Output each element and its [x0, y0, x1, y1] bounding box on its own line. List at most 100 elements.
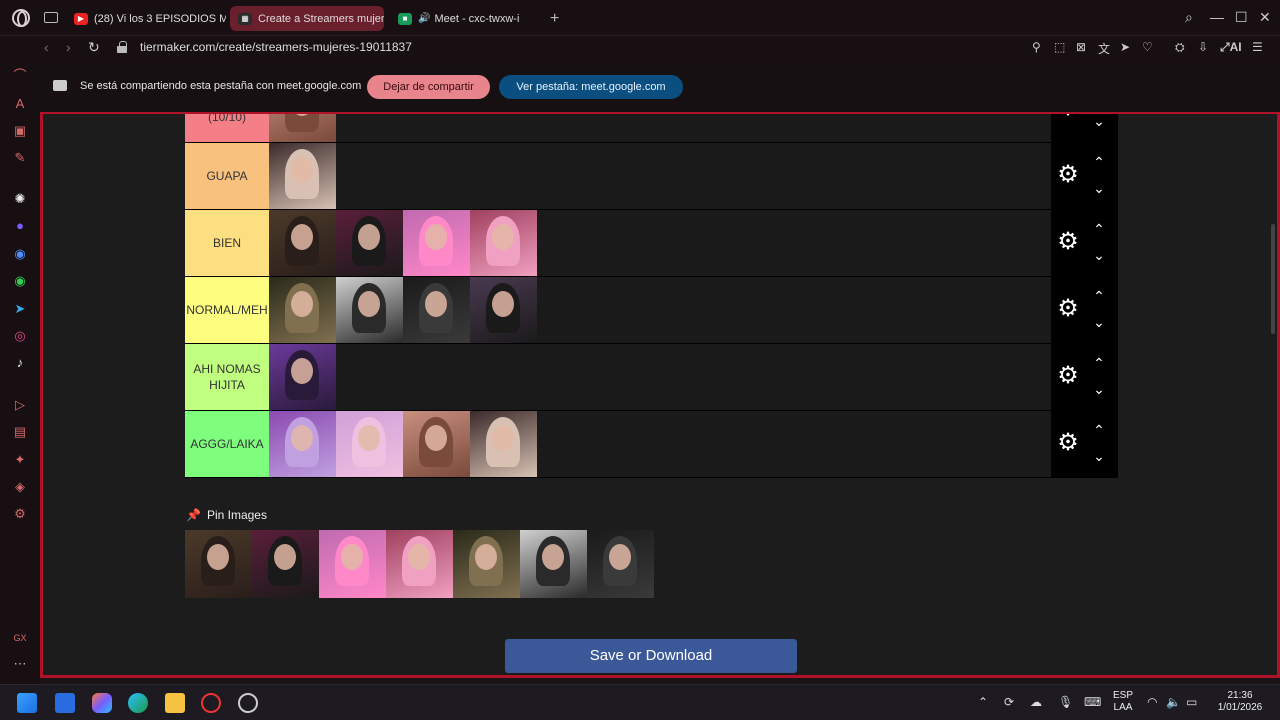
account-icon[interactable]: ⛭ — [1175, 40, 1185, 55]
pin-icon[interactable]: ⚲ — [1032, 40, 1041, 54]
tier-item-image[interactable] — [470, 411, 537, 477]
tier-item-image[interactable] — [470, 210, 537, 276]
search-icon[interactable]: ⌕ — [1185, 9, 1193, 26]
pin-image[interactable] — [386, 530, 453, 598]
tier-item-image[interactable] — [269, 344, 336, 410]
gear-icon[interactable]: ⚙ — [1057, 364, 1079, 388]
scrollbar[interactable] — [1271, 224, 1275, 334]
keyboard-icon[interactable]: ⌨ — [1084, 695, 1101, 709]
new-tab-button[interactable]: + — [550, 10, 559, 28]
tier-item-image[interactable] — [470, 277, 537, 343]
tier-item-image[interactable] — [269, 277, 336, 343]
pin-image[interactable] — [319, 530, 386, 598]
aria-icon[interactable]: A — [12, 96, 28, 112]
move-up-icon[interactable]: ⌃ — [1091, 155, 1107, 169]
tier-item-image[interactable] — [336, 210, 403, 276]
messenger-icon[interactable]: ◉ — [12, 246, 28, 262]
tier-item-image[interactable] — [336, 411, 403, 477]
gear-icon[interactable]: ⚙ — [1057, 230, 1079, 254]
tier-label[interactable]: AGGG/LAIKA — [185, 411, 269, 477]
move-up-icon[interactable]: ⌃ — [1091, 356, 1107, 370]
instagram-icon[interactable]: ◎ — [12, 328, 28, 344]
move-down-icon[interactable]: ⌄ — [1091, 114, 1107, 128]
tier-label[interactable]: BIEN — [185, 210, 269, 276]
history-icon[interactable]: ▤ — [12, 424, 28, 440]
pin-image[interactable] — [520, 530, 587, 598]
move-down-icon[interactable]: ⌄ — [1091, 382, 1107, 396]
tier-label[interactable]: AHI NOMAS HIJITA — [185, 344, 269, 410]
app-icon-2[interactable] — [238, 693, 258, 713]
tier-item-image[interactable] — [269, 114, 336, 142]
windows-start-icon[interactable] — [17, 693, 37, 713]
move-down-icon[interactable]: ⌄ — [1091, 449, 1107, 463]
move-up-icon[interactable]: ⌃ — [1091, 423, 1107, 437]
tier-item-image[interactable] — [403, 210, 470, 276]
tier-label[interactable]: GUAPA — [185, 143, 269, 209]
gear-icon[interactable]: ⚙ — [1057, 163, 1079, 187]
tier-item-image[interactable] — [269, 210, 336, 276]
gear-icon[interactable]: ⚙ — [1057, 114, 1079, 120]
more-icon[interactable]: ⋯ — [12, 656, 28, 672]
clock[interactable]: 21:36 1/01/2026 — [1212, 690, 1268, 714]
save-or-download-button[interactable]: Save or Download — [505, 639, 797, 673]
download-icon[interactable]: ⇩ — [1198, 40, 1208, 54]
tab-tiermaker[interactable]: ▦ Create a Streamers mujer — [230, 6, 384, 31]
back-button[interactable]: ‹ — [44, 39, 49, 55]
pin-image[interactable] — [252, 530, 319, 598]
ai-button[interactable]: ⤢AI — [1220, 40, 1242, 55]
whatsapp-icon[interactable]: ◉ — [12, 273, 28, 289]
mic-icon[interactable]: 🎙 — [1058, 695, 1073, 709]
wallpaper-icon[interactable]: ◈ — [12, 479, 28, 495]
games-icon[interactable]: ✎ — [12, 150, 28, 166]
chatgpt-icon[interactable]: ✺ — [12, 191, 28, 207]
pin-image[interactable] — [453, 530, 520, 598]
volume-icon[interactable]: 🔈 — [1166, 695, 1181, 709]
tray-chevron-icon[interactable]: ⌃ — [978, 695, 988, 709]
heart-icon[interactable]: ♡ — [1142, 40, 1153, 54]
maximize-button[interactable]: ☐ — [1235, 9, 1248, 26]
tier-label[interactable]: GLOBAL (10/10) — [185, 114, 269, 142]
stop-sharing-button[interactable]: Dejar de compartir — [367, 75, 490, 99]
close-window-button[interactable]: ✕ — [1259, 9, 1271, 26]
tiktok-icon[interactable]: ♪ — [12, 355, 28, 371]
wifi-icon[interactable]: ◠ — [1147, 695, 1157, 709]
pin-image[interactable] — [587, 530, 654, 598]
language-indicator[interactable]: ESP LAA — [1112, 690, 1134, 714]
adblock-icon[interactable]: ⊠ — [1076, 40, 1086, 54]
cloud-icon[interactable]: ☁ — [1030, 695, 1042, 709]
tier-item-image[interactable] — [269, 143, 336, 209]
move-down-icon[interactable]: ⌄ — [1091, 181, 1107, 195]
opera-gx-icon[interactable] — [201, 693, 221, 713]
tab-meet[interactable]: ■ 🔊 Meet - cxc-twxw-i — [390, 6, 540, 31]
move-down-icon[interactable]: ⌄ — [1091, 248, 1107, 262]
app-icon[interactable] — [55, 693, 75, 713]
tier-item-image[interactable] — [403, 277, 470, 343]
copilot-icon[interactable] — [92, 693, 112, 713]
tab-islands-icon[interactable] — [44, 12, 58, 23]
twitch-icon[interactable]: ▣ — [12, 123, 28, 139]
chatsonic-icon[interactable]: ● — [12, 218, 28, 234]
move-down-icon[interactable]: ⌄ — [1091, 315, 1107, 329]
tier-item-image[interactable] — [336, 277, 403, 343]
pin-image[interactable] — [185, 530, 252, 598]
move-up-icon[interactable]: ⌃ — [1091, 289, 1107, 303]
gear-icon[interactable]: ⚙ — [1057, 431, 1079, 455]
tier-label[interactable]: NORMAL/MEH — [185, 277, 269, 343]
forward-button[interactable]: › — [66, 39, 71, 55]
url-field[interactable]: tiermaker.com/create/streamers-mujeres-1… — [140, 40, 412, 54]
settings-icon[interactable]: ⚙ — [12, 506, 28, 522]
send-icon[interactable]: ➤ — [1120, 40, 1130, 54]
lock-icon[interactable] — [117, 41, 127, 53]
tier-item-image[interactable] — [403, 411, 470, 477]
reload-button[interactable]: ↻ — [88, 39, 100, 56]
opera-logo-icon[interactable] — [12, 9, 30, 27]
battery-icon[interactable]: ▭ — [1186, 695, 1197, 709]
player-icon[interactable]: ▷ — [12, 397, 28, 413]
tier-item-image[interactable] — [269, 411, 336, 477]
sync-icon[interactable]: ⟳ — [1004, 695, 1014, 709]
edge-icon[interactable] — [128, 693, 148, 713]
gear-icon[interactable]: ⚙ — [1057, 297, 1079, 321]
menu-icon[interactable]: ☰ — [1252, 40, 1263, 54]
view-tab-button[interactable]: Ver pestaña: meet.google.com — [499, 75, 683, 99]
telegram-icon[interactable]: ➤ — [12, 301, 28, 317]
